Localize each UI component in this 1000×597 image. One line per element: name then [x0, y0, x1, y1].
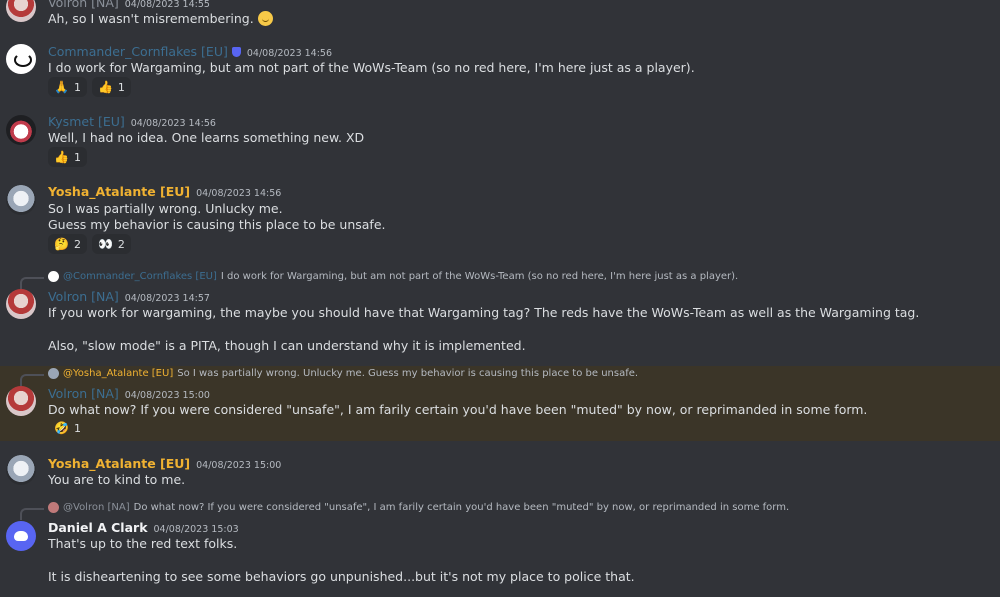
- timestamp: 04/08/2023 14:56: [130, 118, 216, 129]
- reply-avatar-icon: [48, 368, 59, 379]
- message-text: So I was partially wrong. Unlucky me.: [48, 201, 283, 216]
- message: Kysmet [EU] 04/08/2023 14:56 Well, I had …: [0, 110, 1000, 172]
- message-text: Ah, so I wasn't misremembering.: [48, 11, 273, 26]
- author-name[interactable]: Yosha_Atalante [EU]: [48, 456, 190, 471]
- user-avatar[interactable]: [6, 289, 36, 319]
- reply-avatar-icon: [48, 502, 59, 513]
- user-avatar[interactable]: [6, 185, 36, 215]
- user-avatar[interactable]: [6, 386, 36, 416]
- message: @Commander_Cornflakes [EU] I do work for …: [0, 268, 1000, 358]
- message: Yosha_Atalante [EU] 04/08/2023 15:00 You …: [0, 450, 1000, 498]
- message-text: It is disheartening to see some behavior…: [48, 569, 635, 584]
- reply-text: So I was partially wrong. Unlucky me. Gu…: [177, 368, 639, 379]
- reactions: 🤔 2 👀 2: [48, 234, 131, 254]
- author-name[interactable]: Volron [NA]: [48, 386, 119, 401]
- pray-emoji-icon: 🙏: [54, 80, 69, 94]
- message-text: Do what now? If you were considered "uns…: [48, 402, 868, 417]
- reaction-pray[interactable]: 🙏 1: [48, 77, 87, 97]
- reaction-thinking[interactable]: 🤔 2: [48, 234, 87, 254]
- timestamp: 04/08/2023 14:56: [196, 188, 282, 199]
- reaction-rofl[interactable]: 🤣 1: [48, 418, 87, 438]
- message-text: That's up to the red text folks.: [48, 536, 238, 551]
- author-name[interactable]: Kysmet [EU]: [48, 114, 125, 129]
- reactions: 🤣 1: [48, 418, 87, 438]
- reply-text: Do what now? If you were considered "uns…: [133, 502, 790, 513]
- user-avatar[interactable]: [6, 0, 36, 22]
- reply-author[interactable]: @Commander_Cornflakes [EU]: [63, 271, 217, 282]
- shield-badge-icon: [231, 47, 241, 57]
- thumbs-up-emoji-icon: 👍: [54, 150, 69, 164]
- thinking-emoji-icon: 🤔: [54, 237, 69, 251]
- rofl-emoji-icon: 🤣: [54, 421, 69, 435]
- reaction-thumbs-up[interactable]: 👍 1: [91, 77, 131, 97]
- reply-text: I do work for Wargaming, but am not part…: [220, 271, 739, 282]
- reply-author[interactable]: @Volron [NA]: [63, 502, 130, 513]
- slight-smile-emoji-icon: [257, 11, 273, 26]
- reaction-thumbs-up[interactable]: 👍 1: [48, 147, 87, 167]
- author-name[interactable]: Volron [NA]: [48, 289, 119, 304]
- reaction-eyes[interactable]: 👀 2: [91, 234, 131, 254]
- message-text: If you work for wargaming, the maybe you…: [48, 305, 920, 320]
- user-avatar[interactable]: [6, 455, 36, 485]
- reactions: 🙏 1 👍 1: [48, 77, 131, 97]
- author-name[interactable]: Commander_Cornflakes [EU]: [48, 44, 228, 59]
- user-avatar[interactable]: [6, 44, 36, 74]
- author-name[interactable]: Volron [NA]: [48, 0, 119, 10]
- message-text: I do work for Wargaming, but am not part…: [48, 60, 695, 75]
- message-highlighted: @Yosha_Atalante [EU] So I was partially w…: [0, 366, 1000, 441]
- author-name[interactable]: Daniel A Clark: [48, 520, 148, 535]
- reactions: 👍 1: [48, 147, 87, 167]
- message: Yosha_Atalante [EU] 04/08/2023 14:56 So I…: [0, 180, 1000, 260]
- discord-avatar-icon[interactable]: [6, 521, 36, 551]
- reply-avatar-icon: [48, 271, 59, 282]
- message: Volron [NA] 04/08/2023 14:55 Ah, so I was…: [0, 0, 1000, 40]
- message-text: Guess my behavior is causing this place …: [48, 217, 386, 232]
- message: Commander_Cornflakes [EU] 04/08/2023 14:5…: [0, 40, 1000, 102]
- message-text: You are to kind to me.: [48, 472, 186, 487]
- reply-author[interactable]: @Yosha_Atalante [EU]: [63, 368, 173, 379]
- author-name[interactable]: Yosha_Atalante [EU]: [48, 184, 190, 199]
- timestamp: 04/08/2023 14:55: [124, 0, 210, 10]
- eyes-emoji-icon: 👀: [97, 237, 113, 251]
- message-text: Also, "slow mode" is a PITA, though I ca…: [48, 338, 526, 353]
- timestamp: 04/08/2023 15:00: [124, 390, 210, 401]
- message: @Volron [NA] Do what now? If you were con…: [0, 502, 1000, 597]
- timestamp: 04/08/2023 15:00: [196, 460, 282, 471]
- message-text: Well, I had no idea. One learns somethin…: [48, 130, 365, 145]
- user-avatar[interactable]: [6, 115, 36, 145]
- thumbs-up-emoji-icon: 👍: [97, 80, 113, 94]
- timestamp: 04/08/2023 15:03: [153, 524, 239, 535]
- timestamp: 04/08/2023 14:56: [246, 48, 333, 59]
- timestamp: 04/08/2023 14:57: [124, 293, 210, 304]
